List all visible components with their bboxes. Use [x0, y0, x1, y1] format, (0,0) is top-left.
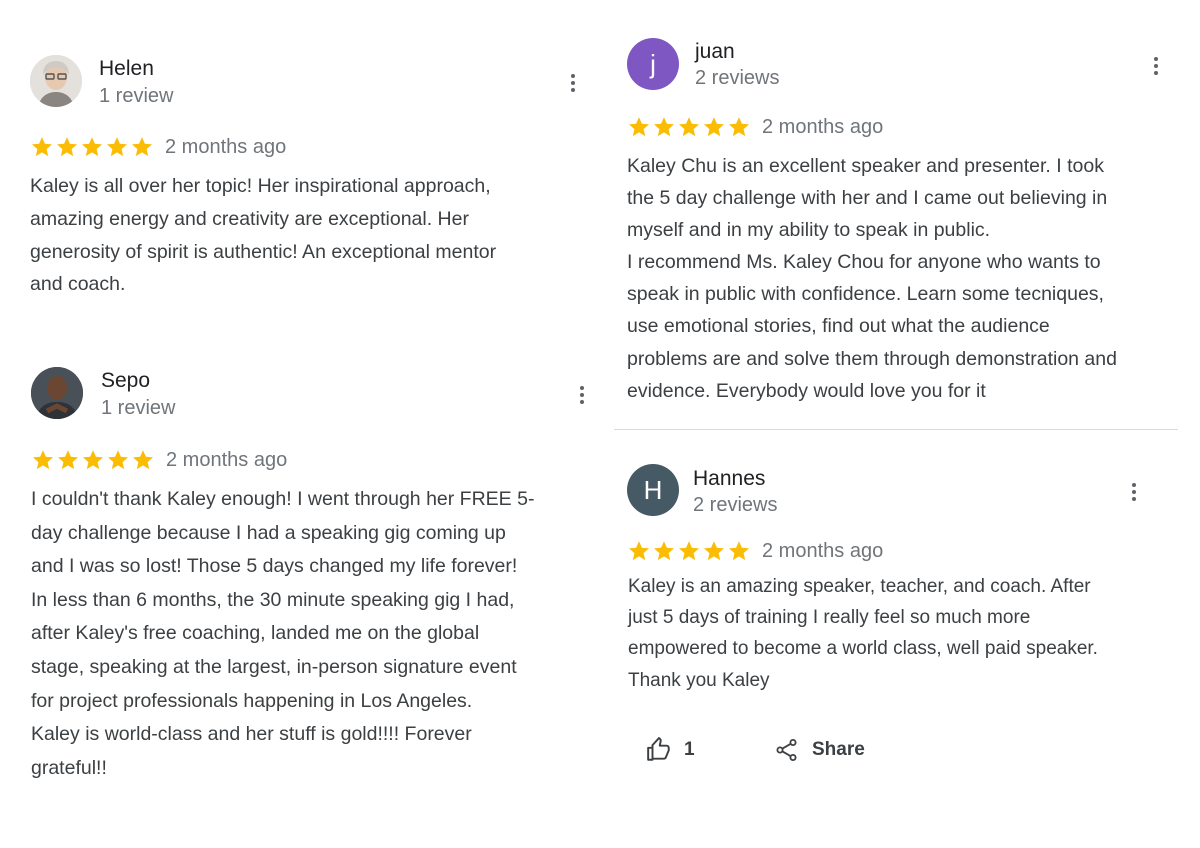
review-text: Kaley Chu is an excellent speaker and pr…	[627, 155, 1117, 402]
share-icon	[776, 739, 797, 761]
avatar[interactable]	[31, 367, 83, 419]
share-button[interactable]: Share	[775, 737, 865, 763]
review-count: 1 review	[101, 397, 176, 419]
star-icon	[131, 448, 155, 472]
reviewer-name[interactable]: Sepo	[101, 369, 150, 393]
review-count: 2 reviews	[695, 67, 780, 89]
star-icon	[56, 448, 80, 472]
star-icon	[652, 115, 676, 139]
star-icon	[130, 135, 154, 159]
avatar[interactable]: H	[627, 464, 679, 516]
star-icon	[30, 135, 54, 159]
review-count: 2 reviews	[693, 494, 778, 516]
like-count: 1	[684, 739, 695, 760]
avatar-photo-icon	[30, 55, 82, 107]
reviewer-name[interactable]: Hannes	[693, 467, 765, 491]
rating-stars: 2 months ago	[31, 448, 287, 472]
avatar-initial: j	[650, 48, 656, 79]
reviewer-name[interactable]: juan	[695, 40, 735, 64]
star-icon	[55, 135, 79, 159]
avatar[interactable]	[30, 55, 82, 107]
review-text: Kaley is all over her topic! Her inspira…	[30, 175, 497, 296]
like-button[interactable]: 1	[646, 737, 695, 763]
thumbs-up-icon	[647, 737, 670, 761]
more-options-icon[interactable]	[575, 383, 589, 407]
star-icon	[627, 539, 651, 563]
review-text: Kaley is an amazing speaker, teacher, an…	[628, 576, 1098, 691]
rating-stars: 2 months ago	[30, 135, 286, 159]
star-row	[627, 539, 752, 563]
divider	[614, 429, 1178, 430]
star-row	[31, 448, 156, 472]
review-date: 2 months ago	[166, 448, 288, 471]
review-date: 2 months ago	[762, 115, 884, 138]
star-row	[627, 115, 752, 139]
review-date: 2 months ago	[762, 539, 884, 562]
more-options-icon[interactable]	[566, 71, 580, 95]
reviewer-name[interactable]: Helen	[99, 57, 154, 81]
star-icon	[677, 115, 701, 139]
star-icon	[727, 539, 751, 563]
star-icon	[652, 539, 676, 563]
star-icon	[106, 448, 130, 472]
avatar-initial: H	[643, 474, 663, 505]
more-options-icon[interactable]	[1149, 54, 1163, 78]
star-icon	[677, 539, 701, 563]
star-icon	[727, 115, 751, 139]
avatar[interactable]: j	[627, 38, 679, 90]
more-options-icon[interactable]	[1127, 480, 1141, 504]
avatar-photo-icon	[31, 367, 83, 419]
star-icon	[80, 135, 104, 159]
star-icon	[31, 448, 55, 472]
star-icon	[627, 115, 651, 139]
review-count: 1 review	[99, 85, 174, 107]
star-icon	[702, 539, 726, 563]
review-date: 2 months ago	[165, 135, 287, 158]
review-text: I couldn't thank Kaley enough! I went th…	[31, 488, 535, 779]
star-row	[30, 135, 155, 159]
rating-stars: 2 months ago	[627, 539, 883, 563]
star-icon	[702, 115, 726, 139]
share-label: Share	[812, 739, 865, 760]
rating-stars: 2 months ago	[627, 115, 883, 139]
star-icon	[81, 448, 105, 472]
star-icon	[105, 135, 129, 159]
